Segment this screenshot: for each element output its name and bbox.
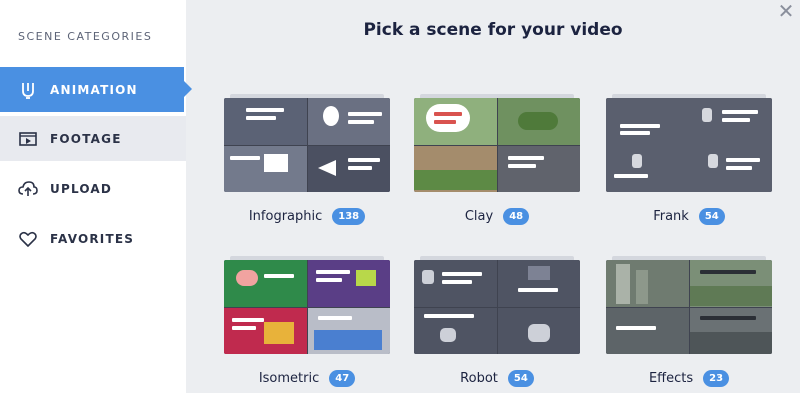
sidebar-item-footage[interactable]: FOOTAGE — [0, 116, 186, 161]
heart-icon — [18, 229, 38, 249]
category-card-clay[interactable]: Clay 48 — [414, 94, 580, 225]
sidebar-title: SCENE CATEGORIES — [18, 30, 153, 43]
close-icon[interactable]: ✕ — [776, 2, 796, 22]
category-card-robot[interactable]: Robot 54 — [414, 256, 580, 387]
footage-play-icon — [18, 129, 38, 149]
sidebar-item-upload[interactable]: UPLOAD — [0, 166, 186, 211]
category-name: Infographic — [248, 209, 323, 224]
category-name: Frank — [653, 209, 689, 224]
upload-cloud-icon — [18, 179, 38, 199]
count-badge: 47 — [329, 370, 356, 387]
category-thumbnail — [606, 260, 772, 354]
category-card-effects[interactable]: Effects 23 — [606, 256, 772, 387]
category-name: Effects — [648, 371, 694, 386]
sidebar-item-animation[interactable]: ANIMATION — [0, 67, 192, 112]
animation-pen-icon — [18, 80, 38, 100]
category-thumbnail — [224, 260, 390, 354]
category-thumbnail — [224, 98, 390, 192]
sidebar-item-favorites[interactable]: FAVORITES — [0, 216, 186, 261]
sidebar-item-label: ANIMATION — [50, 82, 138, 97]
category-card-isometric[interactable]: Isometric 47 — [224, 256, 390, 387]
category-thumbnail — [414, 98, 580, 192]
count-badge: 54 — [698, 208, 725, 225]
category-thumbnail — [414, 260, 580, 354]
category-name: Isometric — [258, 371, 320, 386]
sidebar-item-label: UPLOAD — [50, 181, 113, 196]
sidebar-item-label: FOOTAGE — [50, 131, 122, 146]
category-name: Clay — [464, 209, 494, 224]
category-name: Robot — [460, 371, 498, 386]
category-card-frank[interactable]: Frank 54 — [606, 94, 772, 225]
count-badge: 54 — [507, 370, 534, 387]
page-title: Pick a scene for your video — [363, 20, 623, 40]
category-card-infographic[interactable]: Infographic 138 — [224, 94, 390, 225]
count-badge: 48 — [503, 208, 530, 225]
count-badge: 23 — [703, 370, 730, 387]
category-thumbnail — [606, 98, 772, 192]
count-badge: 138 — [332, 208, 366, 225]
sidebar-item-label: FAVORITES — [50, 231, 135, 246]
sidebar: SCENE CATEGORIES ANIMATION FOOTAGE UPLOA… — [0, 0, 192, 393]
